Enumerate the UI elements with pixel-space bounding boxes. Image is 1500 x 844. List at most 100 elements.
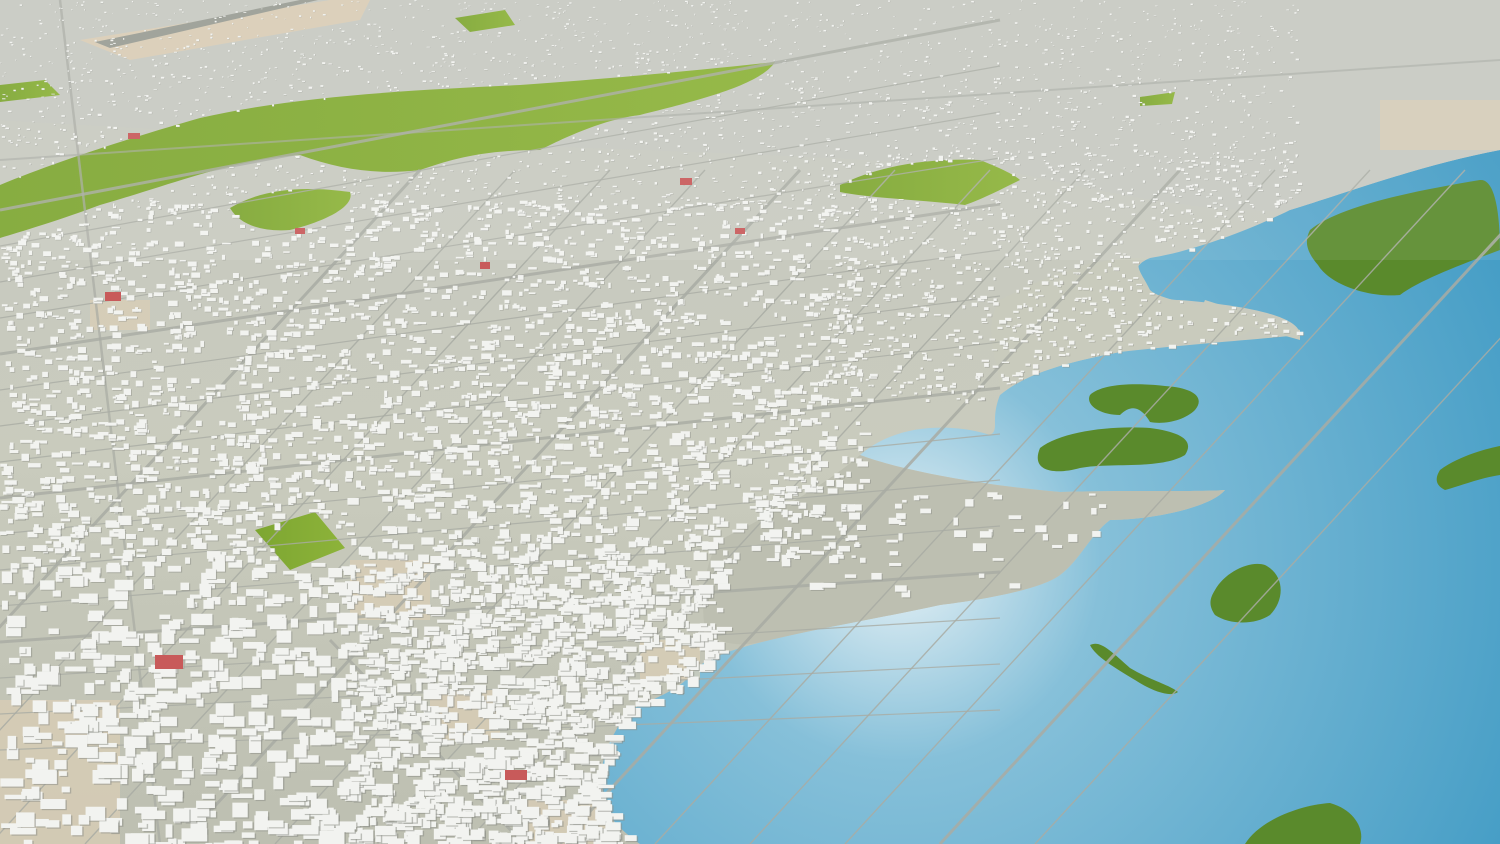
building (261, 502, 273, 506)
building (524, 288, 529, 292)
building (613, 414, 618, 420)
building (87, 462, 101, 467)
building (840, 372, 845, 375)
building (614, 431, 619, 435)
building (83, 366, 92, 371)
building (838, 338, 846, 345)
building (285, 477, 297, 483)
building (729, 437, 736, 441)
building (86, 487, 94, 491)
building (528, 292, 536, 295)
building (181, 460, 188, 464)
building (236, 515, 242, 523)
building (351, 313, 355, 319)
building (575, 433, 579, 437)
building (728, 286, 737, 290)
building (736, 523, 748, 529)
building (620, 424, 626, 428)
building (532, 387, 540, 395)
building (478, 373, 490, 376)
building (470, 345, 478, 350)
building (828, 294, 832, 299)
building (588, 282, 598, 288)
building (587, 503, 594, 509)
building (172, 442, 182, 450)
building (192, 448, 199, 455)
building (499, 523, 507, 528)
building (628, 402, 636, 407)
building (614, 450, 619, 454)
building (416, 322, 427, 325)
building (470, 394, 477, 401)
building (256, 364, 268, 369)
building (346, 300, 355, 303)
building (752, 357, 763, 364)
building (136, 549, 147, 552)
building (269, 556, 279, 561)
building (729, 373, 737, 377)
building (384, 313, 389, 319)
building (543, 313, 553, 318)
building (858, 484, 864, 490)
building (532, 428, 541, 432)
building (343, 349, 349, 353)
building (724, 422, 729, 428)
building (686, 440, 695, 446)
building (182, 272, 190, 276)
building (648, 482, 657, 490)
building (742, 496, 749, 503)
building (541, 404, 551, 409)
building (396, 294, 406, 299)
building (496, 419, 508, 423)
building (733, 552, 740, 560)
building (490, 448, 502, 452)
building (511, 374, 515, 379)
building (610, 481, 615, 488)
building (213, 435, 217, 439)
building (201, 288, 207, 294)
building (446, 446, 458, 453)
building (648, 516, 662, 520)
building (246, 413, 258, 420)
building (57, 329, 65, 334)
building (76, 333, 82, 337)
building (168, 402, 179, 407)
building (146, 476, 158, 482)
building (564, 392, 573, 399)
building (91, 274, 97, 277)
building (470, 518, 483, 524)
building (718, 453, 724, 460)
building (166, 349, 174, 353)
building (63, 427, 72, 434)
building (458, 271, 465, 274)
building (642, 458, 648, 462)
building (257, 403, 261, 407)
building (391, 261, 397, 267)
building (500, 367, 508, 372)
building (793, 445, 802, 451)
building (28, 463, 41, 468)
building (92, 357, 101, 361)
building (467, 445, 480, 451)
building (379, 379, 383, 382)
building (560, 280, 566, 285)
building (669, 438, 682, 446)
building (797, 418, 802, 422)
building (273, 296, 283, 303)
building (295, 454, 307, 459)
building (609, 332, 613, 338)
building (563, 261, 568, 266)
building (635, 303, 642, 309)
building (229, 483, 236, 488)
building (24, 271, 33, 275)
building (378, 480, 383, 486)
building (788, 463, 799, 471)
building (859, 478, 870, 483)
building (191, 272, 201, 278)
building (10, 260, 18, 266)
building (369, 466, 378, 472)
building (532, 403, 538, 410)
building (855, 276, 864, 281)
building (525, 317, 530, 322)
building (678, 534, 683, 541)
